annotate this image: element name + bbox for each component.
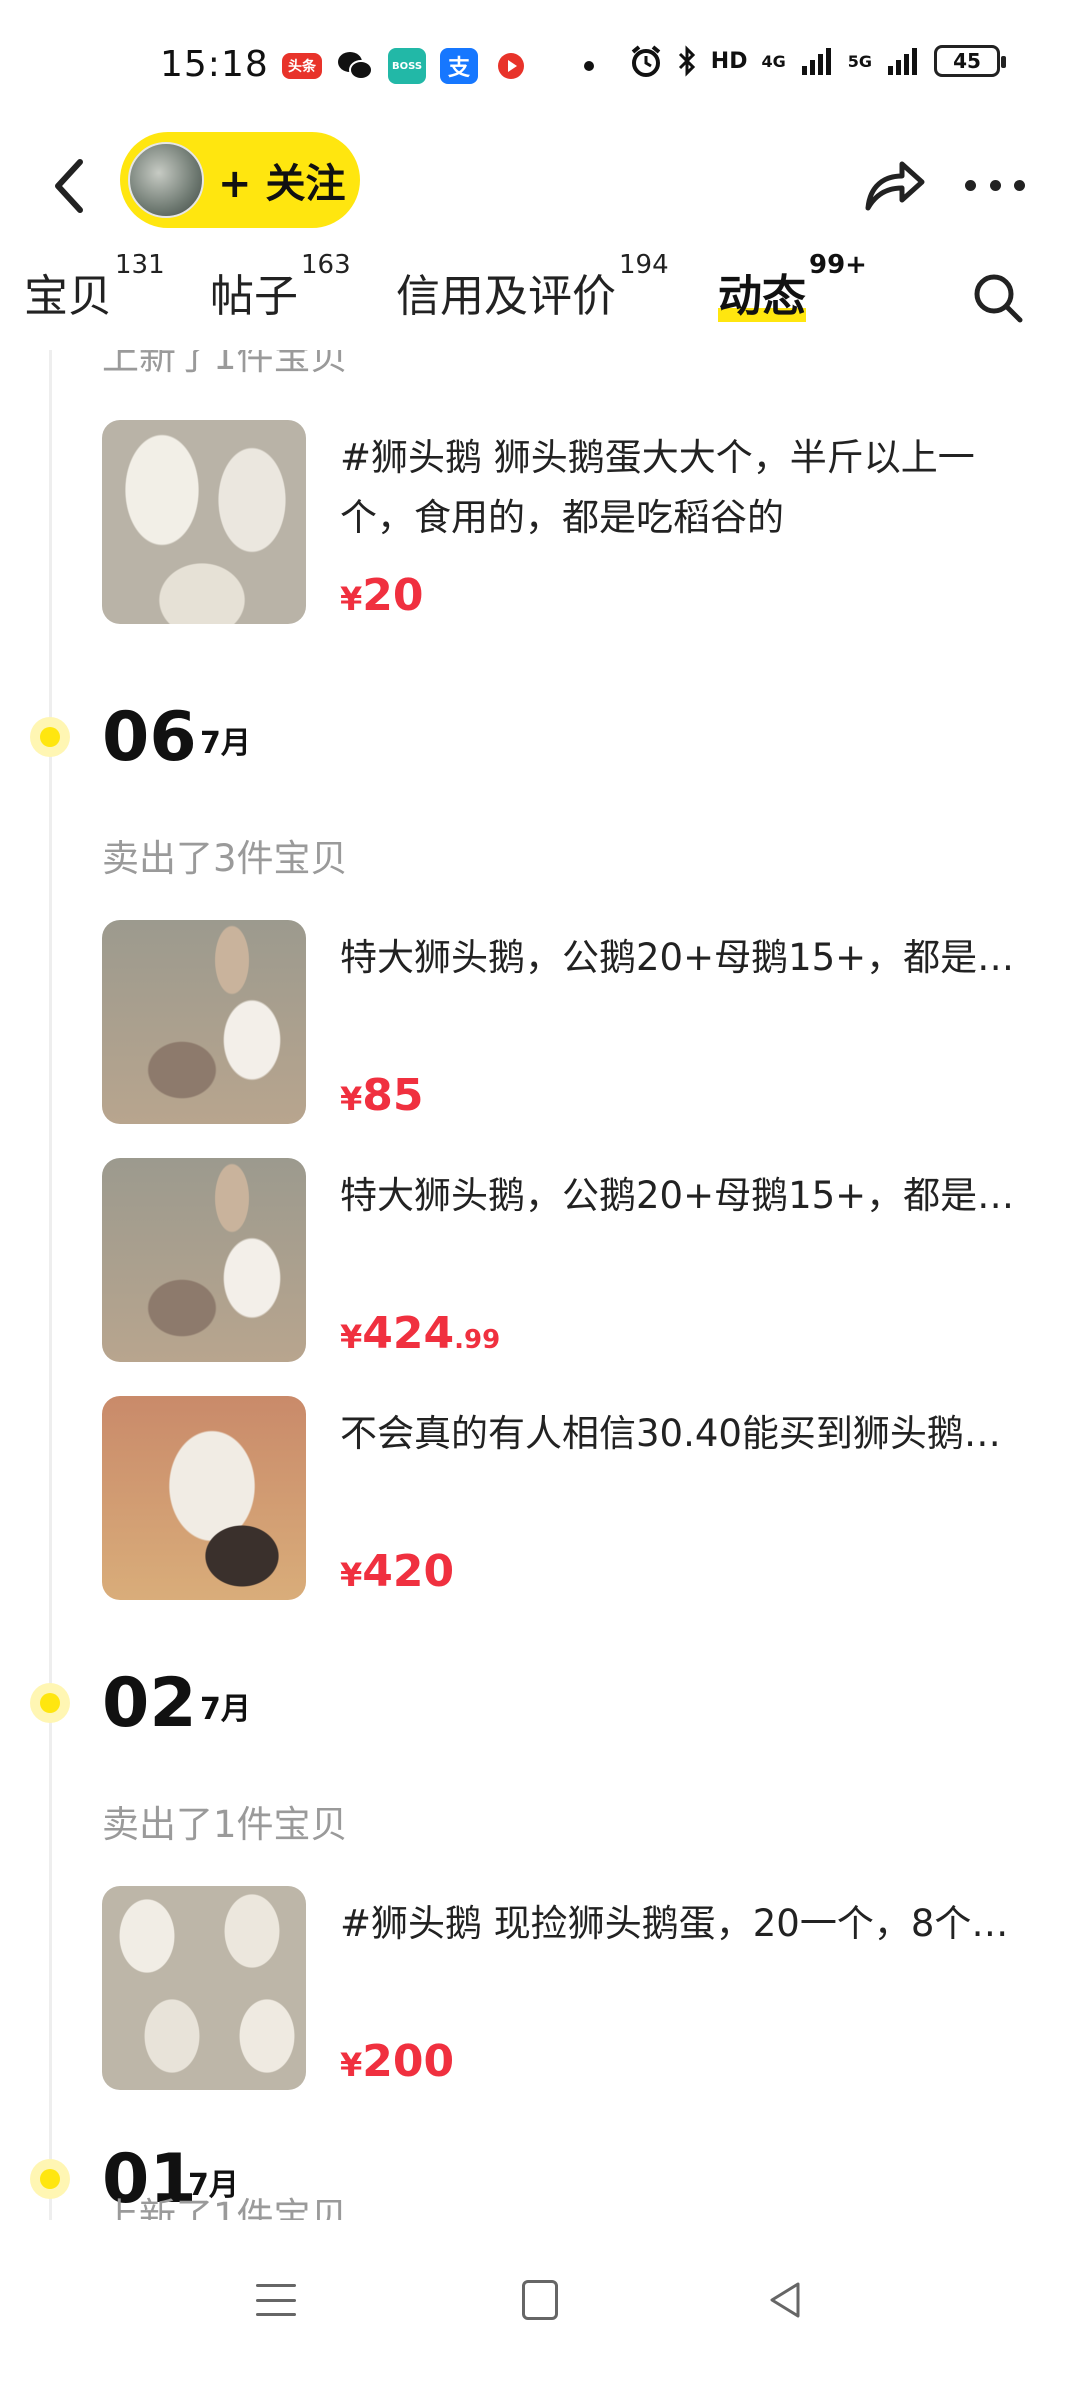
date-month: 7月	[200, 1692, 251, 1727]
listing-thumbnail[interactable]	[102, 1886, 306, 2090]
follow-label: + 关注	[218, 161, 346, 207]
share-button[interactable]	[860, 150, 930, 220]
more-dot-icon	[1014, 179, 1025, 191]
listing-price: ¥424.99	[340, 1308, 501, 1359]
listing-price: ¥420	[340, 1546, 455, 1597]
activity-feed: 上新了1件宝贝 #狮头鹅 狮头鹅蛋大大个，半斤以上一个，食用的，都是吃稻谷的 ¥…	[0, 350, 1080, 2220]
listing-title: 不会真的有人相信30.40能买到狮头鹅…	[340, 1412, 1001, 1455]
tab-credit-count: 194	[619, 250, 669, 280]
timeline-dot-icon	[30, 1683, 70, 1723]
more-dot-icon	[965, 179, 976, 191]
video-icon	[492, 48, 530, 84]
timeline-dot-icon	[30, 2159, 70, 2199]
boss-icon: BOSS	[388, 48, 426, 84]
notification-dot-icon	[584, 61, 594, 71]
listing-item[interactable]: 特大狮头鹅，公鹅20+母鹅15+，都是… ¥85	[102, 920, 1042, 1126]
signal-4g-icon	[801, 48, 831, 75]
status-bar: 15:18 头条 BOSS 支 HD 4G 5G 45	[0, 0, 1080, 130]
activity-label: 卖出了3件宝贝	[102, 837, 348, 880]
listing-item[interactable]: #狮头鹅 狮头鹅蛋大大个，半斤以上一个，食用的，都是吃稻谷的 ¥20	[102, 420, 1042, 626]
date-day: 02	[102, 1664, 197, 1743]
tab-items[interactable]: 宝贝131	[24, 250, 165, 324]
listing-title: 特大狮头鹅，公鹅20+母鹅15+，都是…	[340, 1174, 1015, 1217]
date-header: 06 7月	[0, 690, 1080, 780]
home-button[interactable]	[522, 2280, 558, 2320]
system-back-button[interactable]	[764, 2278, 808, 2322]
shop-tabs: 宝贝131 帖子163 信用及评价194 动态99+	[0, 250, 1080, 350]
listing-thumbnail[interactable]	[102, 1158, 306, 1362]
toutiao-icon: 头条	[282, 53, 322, 79]
status-app-icons: 头条 BOSS 支	[282, 48, 594, 84]
avatar[interactable]	[128, 142, 204, 218]
timeline-dot-icon	[30, 717, 70, 757]
back-button[interactable]	[40, 146, 100, 226]
listing-item[interactable]: #狮头鹅 现捡狮头鹅蛋，20一个，8个… ¥200	[102, 1886, 1042, 2092]
tab-items-count: 131	[115, 250, 165, 280]
tab-activity[interactable]: 动态99+	[718, 250, 867, 324]
listing-item[interactable]: 不会真的有人相信30.40能买到狮头鹅… ¥420	[102, 1396, 1042, 1602]
tab-posts-count: 163	[301, 250, 351, 280]
listing-thumbnail[interactable]	[102, 1396, 306, 1600]
listing-price: ¥200	[340, 2036, 455, 2087]
search-icon	[974, 274, 1023, 323]
menu-line-icon	[256, 2284, 296, 2287]
more-dot-icon	[989, 179, 1001, 191]
tab-activity-count: 99+	[809, 250, 867, 280]
listing-item[interactable]: 特大狮头鹅，公鹅20+母鹅15+，都是… ¥424.99	[102, 1158, 1042, 1364]
tab-credit-reviews[interactable]: 信用及评价194	[396, 250, 669, 324]
search-button[interactable]	[970, 270, 1026, 326]
more-button[interactable]	[955, 150, 1035, 220]
menu-line-icon	[256, 2298, 296, 2302]
menu-line-icon	[256, 2313, 296, 2316]
date-month: 7月	[200, 726, 251, 761]
chevron-left-icon	[55, 159, 83, 213]
bluetooth-icon	[678, 45, 695, 77]
alipay-icon: 支	[440, 48, 478, 84]
activity-label: 卖出了1件宝贝	[102, 1803, 348, 1846]
timeline-line	[49, 350, 52, 2220]
activity-label: 上新了1件宝贝	[102, 2195, 348, 2220]
listing-price: ¥85	[340, 1070, 424, 1121]
listing-title: 特大狮头鹅，公鹅20+母鹅15+，都是…	[340, 936, 1015, 979]
alarm-icon	[631, 45, 661, 77]
date-header: 02 7月	[0, 1656, 1080, 1746]
shop-header: + 关注	[0, 130, 1080, 250]
activity-label: 上新了1件宝贝	[102, 350, 348, 378]
hd-icon: HD	[710, 48, 748, 74]
listing-price: ¥20	[340, 570, 424, 621]
status-system-icons: HD 4G 5G 45	[629, 44, 1006, 78]
triangle-back-icon	[770, 2282, 800, 2318]
4g-label: 4G	[761, 51, 786, 71]
date-day: 06	[102, 698, 197, 777]
listing-thumbnail[interactable]	[102, 420, 306, 624]
wechat-icon	[336, 48, 374, 84]
system-nav-bar	[0, 2220, 1080, 2400]
battery-icon: 45	[934, 45, 1006, 77]
tab-posts[interactable]: 帖子163	[210, 250, 351, 324]
signal-5g-icon	[888, 48, 917, 75]
status-time: 15:18	[160, 44, 269, 85]
recent-apps-button[interactable]	[256, 2280, 296, 2320]
follow-button[interactable]: + 关注	[120, 132, 360, 228]
5g-label: 5G	[847, 51, 872, 71]
listing-thumbnail[interactable]	[102, 920, 306, 1124]
listing-title: #狮头鹅 狮头鹅蛋大大个，半斤以上一个，食用的，都是吃稻谷的	[340, 436, 975, 539]
share-icon	[865, 161, 925, 211]
listing-title: #狮头鹅 现捡狮头鹅蛋，20一个，8个…	[340, 1902, 1009, 1945]
